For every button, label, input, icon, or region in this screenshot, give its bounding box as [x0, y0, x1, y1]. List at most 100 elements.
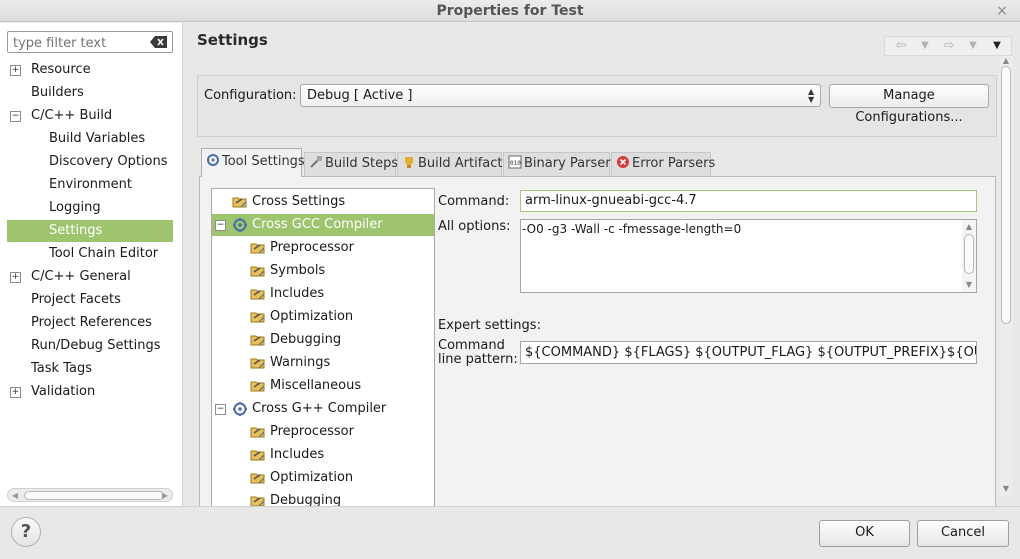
sidebar-item[interactable]: C/C++ Build: [0, 105, 183, 127]
sidebar-item-label: Build Variables: [49, 131, 146, 146]
sidebar-item-label: C/C++ General: [31, 269, 131, 284]
sidebar-item-label: Resource: [31, 62, 91, 77]
tab-tool-settings[interactable]: Tool Settings: [201, 148, 305, 177]
sidebar-item-label: Discovery Options: [49, 154, 168, 169]
sidebar-item[interactable]: Discovery Options: [0, 151, 183, 173]
cancel-button[interactable]: Cancel: [917, 520, 1009, 547]
tool-tree-label: Cross Settings: [252, 194, 346, 209]
sidebar-item[interactable]: Build Variables: [0, 128, 183, 150]
tool-tree-label: Debugging: [270, 493, 342, 506]
sidebar-item[interactable]: Run/Debug Settings: [0, 335, 183, 357]
option-category-icon: [250, 309, 266, 325]
expand-icon[interactable]: +: [10, 387, 21, 398]
sidebar-item[interactable]: C/C++ General: [0, 266, 183, 288]
tool-tree-item[interactable]: Preprocessor: [212, 237, 434, 259]
scroll-down-icon[interactable]: ▼: [964, 280, 974, 289]
collapse-icon[interactable]: −: [215, 404, 226, 415]
tool-tree-item[interactable]: Debugging: [212, 329, 434, 351]
scroll-left-icon[interactable]: ◀: [10, 490, 20, 502]
window-title-bar: Properties for Test: [0, 0, 1020, 22]
tool-tree-label: Includes: [270, 447, 325, 462]
tool-tree-item[interactable]: Miscellaneous: [212, 375, 434, 397]
manage-configurations-button[interactable]: Manage Configurations...: [829, 84, 989, 125]
scroll-right-icon[interactable]: ▶: [160, 490, 170, 502]
sidebar-horizontal-scrollbar[interactable]: ◀ ▶: [7, 488, 173, 502]
configuration-select[interactable]: Debug [ Active ] ▲ ▼: [300, 84, 821, 107]
collapse-icon[interactable]: −: [10, 111, 21, 122]
pattern-label-line2: line pattern:: [438, 352, 518, 367]
sidebar-item-label: Environment: [49, 177, 133, 192]
filter-field[interactable]: [7, 31, 173, 53]
sidebar-item[interactable]: Settings: [7, 220, 173, 242]
scroll-up-icon[interactable]: ▲: [964, 222, 974, 231]
sidebar-item[interactable]: Validation: [0, 381, 183, 403]
all-options-textarea[interactable]: -O0 -g3 -Wall -c -fmessage-length=0 ▲ ▼: [520, 219, 977, 293]
tool-tree-label: Debugging: [270, 332, 342, 347]
expand-icon[interactable]: +: [10, 272, 21, 283]
tool-tree-item[interactable]: Symbols: [212, 260, 434, 282]
tool-tree-label: Cross G++ Compiler: [252, 401, 387, 416]
tab-build-artifact[interactable]: Build Artifact: [397, 152, 503, 176]
tool-tree-item[interactable]: Debugging: [212, 490, 434, 506]
sidebar-item[interactable]: Logging: [0, 197, 183, 219]
tool-tree-label: Warnings: [270, 355, 331, 370]
forward-menu-icon[interactable]: ▼: [963, 38, 983, 54]
clear-filter-icon[interactable]: [150, 35, 168, 49]
help-button[interactable]: ?: [11, 517, 41, 547]
option-category-icon: [250, 493, 266, 506]
sidebar-item[interactable]: Environment: [0, 174, 183, 196]
tool-tree-label: Optimization: [270, 470, 354, 485]
sidebar-item[interactable]: Builders: [0, 82, 183, 104]
back-icon[interactable]: ⇦: [891, 38, 911, 54]
scrollbar-thumb[interactable]: [964, 234, 974, 274]
tool-tree-item[interactable]: Preprocessor: [212, 421, 434, 443]
all-options-label: All options:: [438, 219, 511, 234]
sidebar-item-label: Run/Debug Settings: [31, 338, 161, 353]
tool-settings-tree[interactable]: Cross Settings Cross GCC Compiler − Preproc…: [211, 188, 435, 506]
tool-tree-label: Optimization: [270, 309, 354, 324]
page-vertical-scrollbar[interactable]: ▲ ▼: [999, 56, 1013, 496]
option-category-icon: [250, 447, 266, 463]
close-icon[interactable]: ×: [994, 2, 1010, 20]
tool-tree-item[interactable]: Includes: [212, 283, 434, 305]
sidebar-item-label: Logging: [49, 200, 101, 215]
expert-settings-label: Expert settings:: [438, 318, 541, 333]
sidebar-item-label: C/C++ Build: [31, 108, 113, 123]
scrollbar-thumb[interactable]: [24, 491, 164, 500]
scrollbar-thumb[interactable]: [1001, 66, 1011, 324]
command-input[interactable]: arm-linux-gnueabi-gcc-4.7: [520, 190, 977, 212]
forward-icon[interactable]: ⇨: [939, 38, 959, 54]
sidebar-item[interactable]: Tool Chain Editor: [0, 243, 183, 265]
build-steps-icon: [309, 155, 323, 169]
sidebar-item-label: Tool Chain Editor: [49, 246, 159, 261]
option-category-icon: [250, 332, 266, 348]
tab-build-steps[interactable]: Build Steps: [304, 152, 398, 176]
scroll-down-icon[interactable]: ▼: [1001, 484, 1011, 493]
collapse-icon[interactable]: −: [215, 220, 226, 231]
tool-tree-item[interactable]: Warnings: [212, 352, 434, 374]
sidebar-item-label: Project References: [31, 315, 152, 330]
filter-input[interactable]: [11, 33, 145, 53]
sidebar-item[interactable]: Project Facets: [0, 289, 183, 311]
ok-button[interactable]: OK: [819, 520, 910, 547]
tab-label: Error Parsers: [632, 156, 716, 171]
tool-tree-item[interactable]: Optimization: [212, 306, 434, 328]
sidebar-item[interactable]: Project References: [0, 312, 183, 334]
tool-tree-item[interactable]: Optimization: [212, 467, 434, 489]
scroll-up-icon[interactable]: ▲: [1001, 56, 1011, 65]
sidebar-item[interactable]: Task Tags: [0, 358, 183, 380]
tool-tree-item[interactable]: Includes: [212, 444, 434, 466]
sidebar-item-label: Validation: [31, 384, 96, 399]
back-menu-icon[interactable]: ▼: [915, 38, 935, 54]
command-line-pattern-input[interactable]: ${COMMAND} ${FLAGS} ${OUTPUT_FLAG} ${OUT…: [520, 341, 977, 364]
view-menu-icon[interactable]: ▼: [987, 38, 1007, 54]
expand-icon[interactable]: +: [10, 65, 21, 76]
tab-binary-parsers[interactable]: 010 Binary Parsers: [503, 152, 617, 176]
option-category-icon: [250, 355, 266, 371]
tab-error-parsers[interactable]: Error Parsers: [611, 152, 715, 176]
sidebar-item[interactable]: Resource: [0, 59, 183, 81]
pattern-label-line1: Command: [438, 338, 505, 353]
tool-tree-label: Cross GCC Compiler: [252, 217, 383, 232]
option-category-icon: [250, 424, 266, 440]
options-scrollbar[interactable]: ▲ ▼: [962, 220, 976, 292]
